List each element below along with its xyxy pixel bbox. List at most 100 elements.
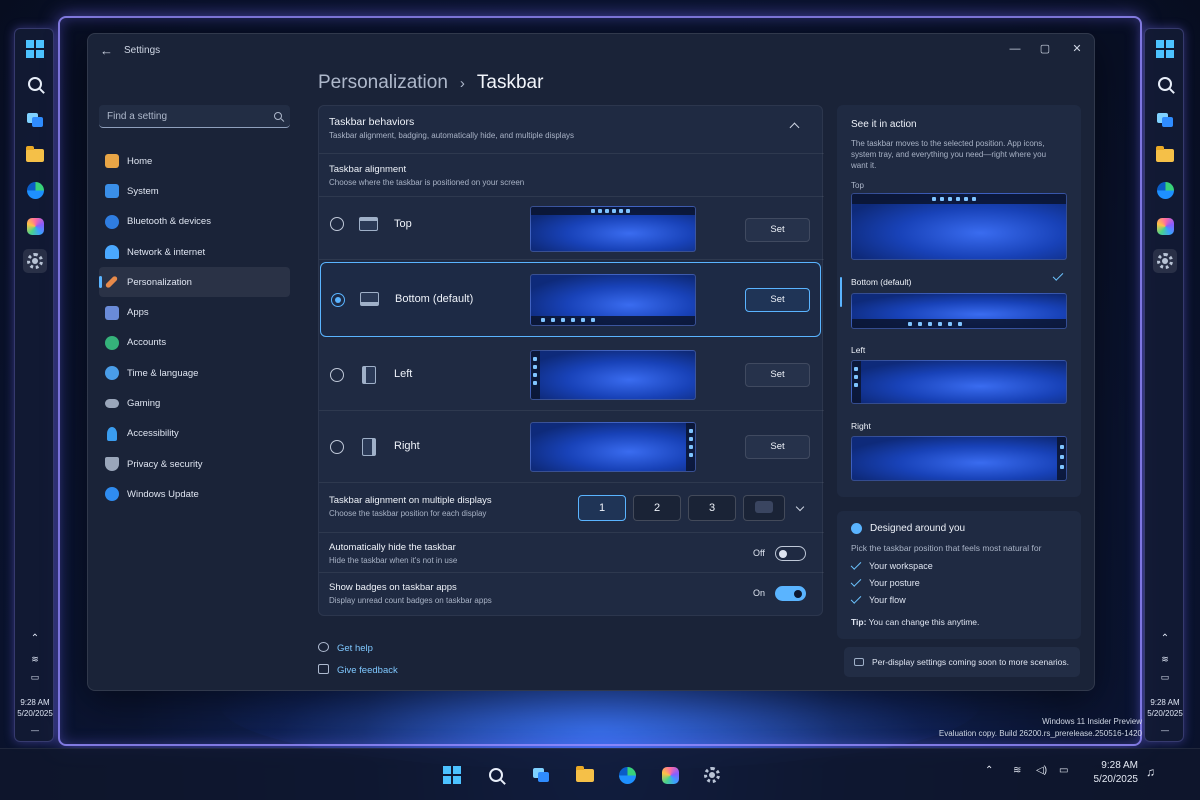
chevron-up-icon[interactable] [789,122,800,133]
sidebar-item-system[interactable]: System [99,176,290,206]
sidebar-item-privacy[interactable]: Privacy & security [99,449,290,479]
taskbar-bottom-icon [360,292,379,306]
tray-chevron-icon[interactable]: ⌃ [985,765,993,776]
wifi-icon[interactable]: ≋ [1013,765,1021,776]
behaviors-header[interactable]: Taskbar behaviors Taskbar alignment, bad… [319,106,824,154]
settings-app-icon[interactable] [699,762,725,788]
file-explorer-icon[interactable] [1153,143,1177,167]
right-vertical-taskbar: ⌃ ≋ ▭ 9:28 AM 5/20/2025 — [1144,28,1184,742]
tray-chevron-icon[interactable]: ⌃ [15,633,55,644]
task-view-icon[interactable] [528,762,554,788]
alignment-header: Taskbar alignment Choose where the taskb… [319,154,824,197]
wifi-icon[interactable]: ≋ [15,654,55,665]
start-icon[interactable] [23,37,47,61]
search-placeholder: Find a setting [107,110,168,122]
option-row-bottom[interactable]: Bottom (default) Set [320,262,821,337]
radio-right[interactable] [330,440,344,454]
display-2-button[interactable]: 2 [633,495,681,521]
preview-right-thumbnail [530,422,696,472]
start-icon[interactable] [1153,37,1177,61]
sidebar-item-accessibility[interactable]: Accessibility [99,419,290,449]
taskbar-behaviors-card: Taskbar behaviors Taskbar alignment, bad… [318,105,824,616]
wifi-icon[interactable]: ≋ [1145,654,1185,665]
radio-bottom[interactable] [331,293,345,307]
sidebar-item-apps[interactable]: Apps [99,297,290,327]
maximize-button[interactable]: ▢ [1036,40,1054,58]
radio-left[interactable] [330,368,344,382]
option-row-left[interactable]: Left Set [319,339,824,411]
sidebar-item-gaming[interactable]: Gaming [99,388,290,418]
set-button-top[interactable]: Set [745,218,810,242]
vertical-clock[interactable]: 9:28 AM 5/20/2025 [15,697,55,719]
list-item: Your posture [850,576,920,588]
wifi-icon [105,245,119,260]
notification-bell-icon[interactable]: ♫ [1146,765,1155,779]
display-1-button[interactable]: 1 [578,495,626,521]
give-feedback-link[interactable]: Give feedback [318,664,398,676]
search-icon[interactable] [1153,72,1177,96]
vertical-divider: — [1161,726,1169,735]
start-icon[interactable] [439,762,465,788]
edge-icon[interactable] [1153,178,1177,202]
apps-icon [105,305,119,320]
breadcrumb-parent[interactable]: Personalization [318,72,448,93]
checkmark-icon [1052,270,1064,281]
minimize-button[interactable]: — [1006,40,1024,58]
battery-icon[interactable]: ▭ [1059,765,1068,776]
breadcrumb-separator: › [459,75,465,92]
selection-indicator [840,277,842,307]
home-icon [105,154,119,169]
preview-label-top: Top [851,181,864,190]
display-more-button[interactable] [743,495,785,521]
per-display-notice: Per-display settings coming soon to more… [844,647,1080,677]
display-3-button[interactable]: 3 [688,495,736,521]
volume-icon[interactable]: ◁) [1036,765,1047,776]
battery-icon[interactable]: ▭ [15,672,55,683]
sidebar-item-windows-update[interactable]: Windows Update [99,479,290,509]
edge-icon[interactable] [23,178,47,202]
checkmark-icon [850,593,862,604]
close-button[interactable]: ✕ [1068,40,1086,58]
preview-text: The taskbar moves to the selected positi… [851,139,1047,170]
multi-subtitle: Choose the taskbar position for each dis… [329,509,487,518]
settings-app-icon[interactable] [1153,249,1177,273]
edge-icon[interactable] [614,762,640,788]
autohide-title: Automatically hide the taskbar [329,542,456,553]
sidebar-item-network[interactable]: Network & internet [99,237,290,267]
sidebar-item-accounts[interactable]: Accounts [99,328,290,358]
set-button-bottom[interactable]: Set [745,288,810,312]
set-button-right[interactable]: Set [745,435,810,459]
option-row-right[interactable]: Right Set [319,411,824,483]
search-input[interactable]: Find a setting [99,105,290,128]
autohide-toggle[interactable] [775,546,806,561]
tray-chevron-icon[interactable]: ⌃ [1145,633,1185,644]
taskbar-clock[interactable]: 9:28 AM 5/20/2025 [1082,759,1139,787]
multi-title: Taskbar alignment on multiple displays [329,495,492,506]
file-explorer-icon[interactable] [23,143,47,167]
sidebar-item-bluetooth[interactable]: Bluetooth & devices [99,207,290,237]
sidebar-item-home[interactable]: Home [99,146,290,176]
bottom-taskbar: ⌃ ≋ ◁) ▭ 9:28 AM 5/20/2025 ♫ [0,748,1200,800]
page-title: Taskbar [476,72,544,93]
task-view-icon[interactable] [23,108,47,132]
set-button-left[interactable]: Set [745,363,810,387]
battery-icon[interactable]: ▭ [1145,672,1185,683]
vertical-clock[interactable]: 9:28 AM 5/20/2025 [1145,697,1185,719]
task-view-icon[interactable] [1153,108,1177,132]
search-icon[interactable] [23,72,47,96]
back-arrow-icon[interactable]: ← [100,43,114,58]
get-help-link[interactable]: Get help [318,642,373,654]
help-icon [318,642,329,652]
copilot-icon[interactable] [657,762,683,788]
option-row-top[interactable]: Top Set [319,197,824,260]
copilot-icon[interactable] [23,214,47,238]
settings-app-icon[interactable] [23,249,47,273]
search-icon[interactable] [483,762,509,788]
badges-toggle[interactable] [775,586,806,601]
file-explorer-icon[interactable] [572,762,598,788]
radio-top[interactable] [330,217,344,231]
alignment-title: Taskbar alignment [329,164,407,175]
sidebar-item-time-language[interactable]: Time & language [99,358,290,388]
copilot-icon[interactable] [1153,214,1177,238]
sidebar-item-personalization[interactable]: Personalization [99,267,290,298]
